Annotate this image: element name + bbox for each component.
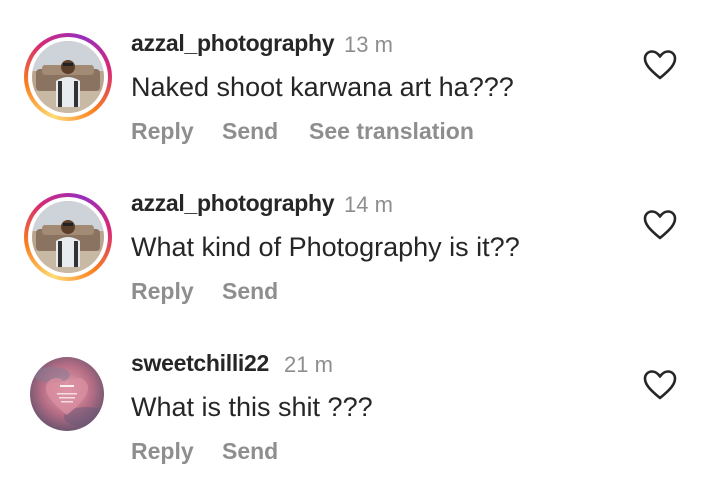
comment-timestamp: 13 m [344,32,393,57]
heart-outline-icon[interactable] [643,209,677,241]
comment-item: sweetchilli22 21 m What is this shit ???… [0,320,720,480]
see-translation-button[interactable]: See translation [309,118,474,145]
comment-username[interactable]: sweetchilli22 [131,350,269,377]
comment-timestamp: 14 m [344,192,393,217]
send-button[interactable]: Send [222,118,278,145]
heart-outline-icon[interactable] [643,369,677,401]
reply-button[interactable]: Reply [131,278,194,305]
heart-outline-icon[interactable] [643,49,677,81]
send-button[interactable]: Send [222,438,278,465]
avatar-story-ring[interactable] [24,33,112,121]
avatar[interactable] [30,357,104,431]
comment-username[interactable]: azzal_photography [131,30,335,57]
reply-button[interactable]: Reply [131,118,194,145]
comment-text: Naked shoot karwana art ha??? [131,72,514,102]
avatar [32,201,104,273]
comment-item: azzal_photography 14 m What kind of Phot… [0,160,720,320]
avatar-story-ring[interactable] [24,193,112,281]
reply-button[interactable]: Reply [131,438,194,465]
send-button[interactable]: Send [222,278,278,305]
avatar [32,41,104,113]
comment-item: azzal_photography 13 m Naked shoot karwa… [0,0,720,160]
comment-username[interactable]: azzal_photography [131,190,335,217]
comment-text: What is this shit ??? [131,392,373,422]
comment-timestamp: 21 m [284,352,333,377]
comment-text: What kind of Photography is it?? [131,232,520,262]
